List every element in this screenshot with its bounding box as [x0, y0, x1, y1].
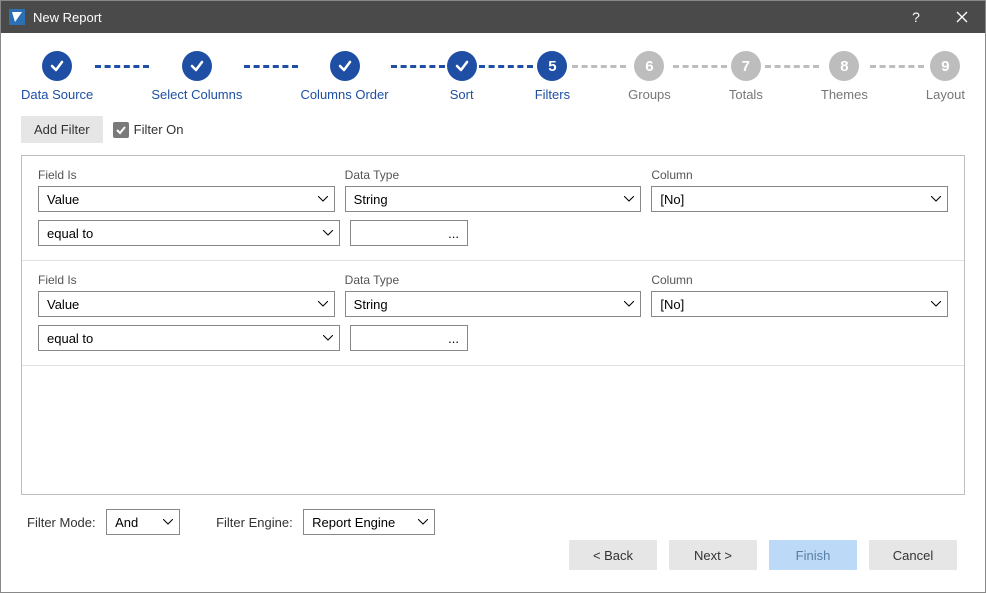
step-connector	[93, 51, 151, 81]
data-type-select[interactable]: String	[345, 291, 642, 317]
help-button[interactable]: ?	[893, 1, 939, 33]
step-number: 7	[731, 51, 761, 81]
check-icon	[42, 51, 72, 81]
filter-block: Field Is Value Data Type String Column [No] eq…	[22, 261, 964, 366]
filters-toolbar: Add Filter Filter On	[1, 102, 985, 149]
filter-engine-select[interactable]: Report Engine	[303, 509, 435, 535]
wizard-steps: Data Source Select Columns Columns Order So…	[1, 33, 985, 102]
wizard-step-totals[interactable]: 7 Totals	[729, 51, 763, 102]
filter-mode-select[interactable]: And	[106, 509, 180, 535]
filters-pane: Field Is Value Data Type String Column [No] eq…	[21, 155, 965, 495]
step-connector	[389, 51, 447, 81]
column-label: Column	[651, 168, 948, 182]
step-number: 9	[930, 51, 960, 81]
operator-select[interactable]: equal to	[38, 220, 340, 246]
value-picker-button[interactable]: ...	[350, 325, 468, 351]
step-label: Layout	[926, 87, 965, 102]
step-connector	[763, 51, 821, 81]
column-select[interactable]: [No]	[651, 186, 948, 212]
app-icon	[9, 9, 25, 25]
wizard-step-layout[interactable]: 9 Layout	[926, 51, 965, 102]
step-number: 8	[829, 51, 859, 81]
step-connector	[477, 51, 535, 81]
back-button[interactable]: < Back	[569, 540, 657, 570]
titlebar: New Report ?	[1, 1, 985, 33]
data-type-label: Data Type	[345, 168, 642, 182]
check-icon	[447, 51, 477, 81]
check-icon	[182, 51, 212, 81]
column-select[interactable]: [No]	[651, 291, 948, 317]
step-connector	[242, 51, 300, 81]
cancel-button[interactable]: Cancel	[869, 540, 957, 570]
step-number: 6	[634, 51, 664, 81]
next-button[interactable]: Next >	[669, 540, 757, 570]
column-label: Column	[651, 273, 948, 287]
filter-mode-label: Filter Mode:	[27, 515, 96, 530]
step-label: Sort	[450, 87, 474, 102]
value-picker-button[interactable]: ...	[350, 220, 468, 246]
wizard-step-select-columns[interactable]: Select Columns	[151, 51, 242, 102]
window-title: New Report	[33, 10, 102, 25]
step-label: Columns Order	[300, 87, 388, 102]
step-connector	[868, 51, 926, 81]
checkbox-check-icon	[113, 122, 129, 138]
step-connector	[671, 51, 729, 81]
finish-button[interactable]: Finish	[769, 540, 857, 570]
filter-on-checkbox[interactable]: Filter On	[113, 122, 184, 138]
step-connector	[570, 51, 628, 81]
wizard-step-sort[interactable]: Sort	[447, 51, 477, 102]
filter-options: Filter Mode: And Filter Engine: Report E…	[1, 495, 985, 535]
data-type-label: Data Type	[345, 273, 642, 287]
step-label: Themes	[821, 87, 868, 102]
step-label: Select Columns	[151, 87, 242, 102]
step-label: Filters	[535, 87, 570, 102]
wizard-step-data-source[interactable]: Data Source	[21, 51, 93, 102]
step-label: Data Source	[21, 87, 93, 102]
dialog-footer: < Back Next > Finish Cancel	[1, 535, 985, 592]
add-filter-button[interactable]: Add Filter	[21, 116, 103, 143]
operator-select[interactable]: equal to	[38, 325, 340, 351]
close-button[interactable]	[939, 1, 985, 33]
field-is-label: Field Is	[38, 168, 335, 182]
wizard-step-columns-order[interactable]: Columns Order	[300, 51, 388, 102]
wizard-step-themes[interactable]: 8 Themes	[821, 51, 868, 102]
filter-block: Field Is Value Data Type String Column [No] eq…	[22, 156, 964, 261]
field-select[interactable]: Value	[38, 291, 335, 317]
step-number: 5	[537, 51, 567, 81]
filter-engine-label: Filter Engine:	[216, 515, 293, 530]
step-label: Totals	[729, 87, 763, 102]
field-select[interactable]: Value	[38, 186, 335, 212]
check-icon	[330, 51, 360, 81]
dialog-window: New Report ? Data Source Select Columns Co…	[0, 0, 986, 593]
field-is-label: Field Is	[38, 273, 335, 287]
wizard-step-groups[interactable]: 6 Groups	[628, 51, 671, 102]
step-label: Groups	[628, 87, 671, 102]
filter-on-label: Filter On	[134, 122, 184, 137]
wizard-step-filters[interactable]: 5 Filters	[535, 51, 570, 102]
data-type-select[interactable]: String	[345, 186, 642, 212]
